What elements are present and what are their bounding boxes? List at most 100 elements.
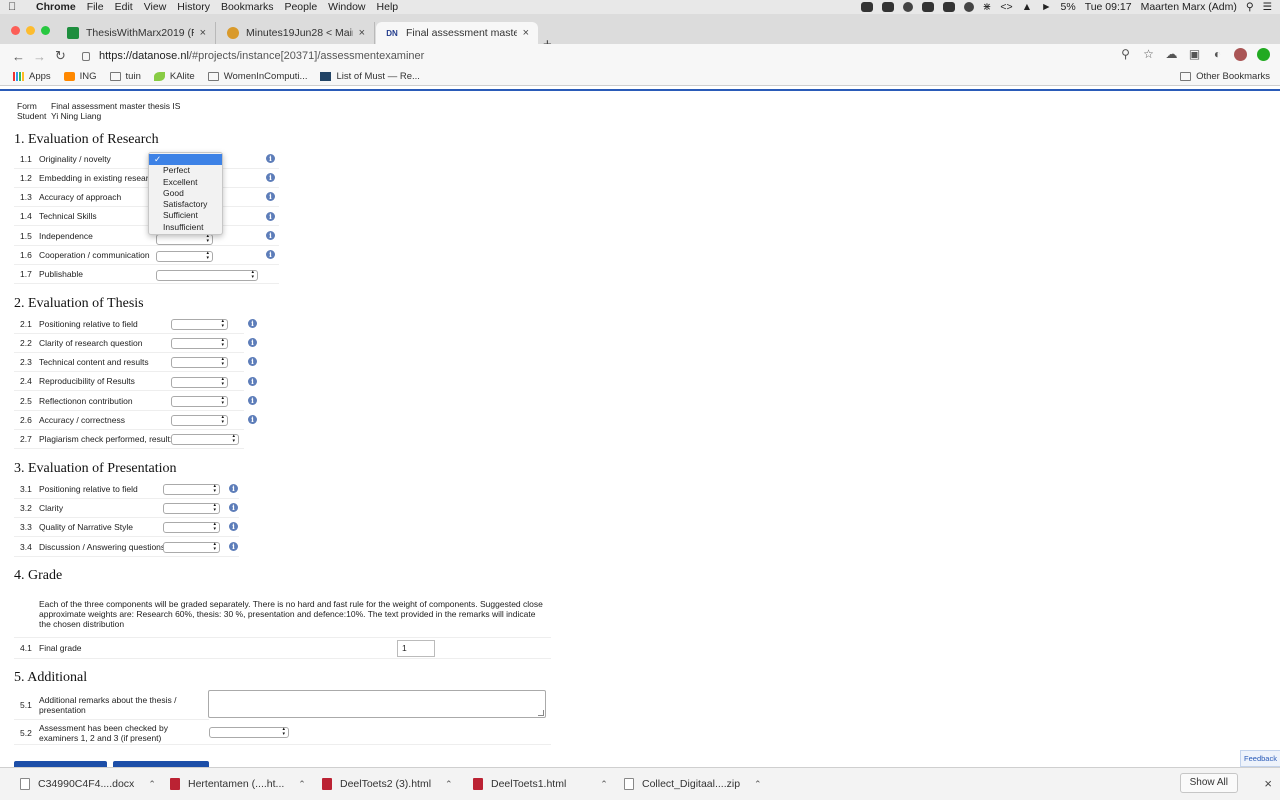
download-item[interactable]: C34990C4F4....docx ⌃ [20, 778, 156, 790]
rating-select-1-5[interactable] [156, 234, 213, 245]
tab-minutes[interactable]: Minutes19Jun28 < Main < TWi × [218, 22, 375, 44]
rating-select-2-4[interactable] [171, 377, 228, 388]
rating-select-1-6[interactable] [156, 251, 213, 262]
menu-window[interactable]: Window [328, 1, 365, 13]
time-machine-icon[interactable] [963, 2, 974, 12]
extension-cloud-icon[interactable]: ☁ [1165, 48, 1178, 61]
download-item[interactable]: DeelToets2 (3).html ⌃ [322, 778, 453, 790]
close-window-button[interactable] [11, 26, 20, 35]
show-all-downloads-button[interactable]: Show All [1179, 773, 1238, 793]
bookmark-apps[interactable]: Apps [13, 71, 51, 82]
chevron-up-icon[interactable]: ⌃ [298, 779, 306, 790]
close-tab-icon[interactable]: × [200, 27, 206, 39]
reload-icon[interactable]: ↻ [50, 48, 71, 64]
info-icon[interactable]: i [266, 212, 275, 221]
rating-dropdown-menu[interactable]: ✓ Perfect Excellent Good Satisfactory Su… [148, 152, 223, 235]
clock[interactable]: Tue 09:17 [1085, 1, 1132, 13]
extension-circle-icon[interactable]: ◐ [1211, 48, 1224, 61]
download-item[interactable]: Collect_Digitaal....zip ⌃ [624, 778, 762, 790]
code-icon[interactable]: <> [1000, 1, 1012, 13]
rating-select-2-2[interactable] [171, 338, 228, 349]
dropdown-option-perfect[interactable]: Perfect [149, 165, 222, 176]
other-bookmarks[interactable]: Other Bookmarks [1180, 71, 1270, 82]
info-icon[interactable]: i [266, 250, 275, 259]
menu-app[interactable]: Chrome [36, 1, 76, 13]
info-icon[interactable]: i [266, 231, 275, 240]
close-download-shelf-icon[interactable]: × [1264, 776, 1272, 791]
chevron-up-icon[interactable]: ⌃ [754, 779, 762, 790]
rating-select-2-3[interactable] [171, 357, 228, 368]
apple-icon[interactable]:  [8, 1, 22, 13]
close-tab-icon[interactable]: × [523, 27, 529, 39]
dropdown-option-satisfactory[interactable]: Satisfactory [149, 199, 222, 210]
tab-final-assessment[interactable]: DN Final assessment master thesi × [376, 22, 538, 44]
info-icon[interactable]: i [229, 522, 238, 531]
info-icon[interactable]: i [266, 173, 275, 182]
bookmark-tuin[interactable]: tuin [109, 71, 141, 82]
zoom-window-button[interactable] [41, 26, 50, 35]
close-tab-icon[interactable]: × [359, 27, 365, 39]
menu-history[interactable]: History [177, 1, 210, 13]
bookmark-ing[interactable]: ING [63, 71, 97, 82]
info-icon[interactable]: i [248, 415, 257, 424]
info-icon[interactable]: i [266, 154, 275, 163]
spotlight-search-icon[interactable]: ⚲ [1246, 1, 1254, 13]
menu-file[interactable]: File [87, 1, 104, 13]
bookmark-womenincomputing[interactable]: WomenInComputi... [207, 71, 307, 82]
address-bar[interactable]: https://datanose.nl/#projects/instance[2… [82, 46, 1162, 66]
dropbox-icon[interactable] [881, 2, 894, 12]
menu-view[interactable]: View [144, 1, 167, 13]
bluetooth-icon[interactable]: ⋇ [983, 1, 992, 13]
dropdown-option-blank[interactable]: ✓ [149, 154, 222, 166]
lock-icon[interactable] [82, 51, 90, 61]
rating-select-2-1[interactable] [171, 319, 228, 330]
info-icon[interactable]: i [266, 192, 275, 201]
rating-select-2-5[interactable] [171, 396, 228, 407]
feedback-tab[interactable]: Feedback [1240, 750, 1280, 767]
notification-center-icon[interactable]: ☰ [1263, 1, 1272, 13]
cloud-upload-icon[interactable] [860, 2, 873, 12]
zoom-icon[interactable]: ⚲ [1119, 48, 1132, 61]
bookmark-list-of-must[interactable]: List of Must — Re... [320, 71, 420, 82]
download-item[interactable]: Hertentamen (....ht... ⌃ [170, 778, 306, 790]
menu-people[interactable]: People [284, 1, 317, 13]
rating-select-3-1[interactable] [163, 484, 220, 495]
battery-percent[interactable]: 5% [1061, 1, 1076, 13]
box-icon[interactable] [921, 2, 934, 12]
rating-select-3-2[interactable] [163, 503, 220, 514]
minimize-window-button[interactable] [26, 26, 35, 35]
rating-select-2-6[interactable] [171, 415, 228, 426]
user-name[interactable]: Maarten Marx (Adm) [1141, 1, 1237, 13]
volume-icon[interactable]: ► [1041, 1, 1051, 13]
tab-thesiswithmarx[interactable]: ThesisWithMarx2019 (Respon × [58, 22, 216, 44]
menu-edit[interactable]: Edit [115, 1, 133, 13]
info-icon[interactable]: i [248, 377, 257, 386]
dropdown-option-insufficient[interactable]: Insufficient [149, 222, 222, 233]
menu-bookmarks[interactable]: Bookmarks [221, 1, 274, 13]
rating-select-1-7[interactable] [156, 270, 258, 281]
rating-select-3-4[interactable] [163, 542, 220, 553]
dropdown-option-good[interactable]: Good [149, 188, 222, 199]
info-icon[interactable]: i [229, 503, 238, 512]
info-icon[interactable]: i [248, 338, 257, 347]
info-icon[interactable]: i [248, 396, 257, 405]
chevron-up-icon[interactable]: ⌃ [445, 779, 453, 790]
info-icon[interactable]: i [229, 542, 238, 551]
additional-remarks-textarea[interactable] [208, 690, 546, 718]
download-item[interactable]: DeelToets1.html ⌃ [473, 778, 608, 790]
dropdown-option-sufficient[interactable]: Sufficient [149, 210, 222, 221]
bookmark-kalite[interactable]: KAlite [153, 71, 195, 82]
examiners-checked-select[interactable] [209, 727, 289, 738]
menu-help[interactable]: Help [377, 1, 399, 13]
docker-icon[interactable] [942, 2, 955, 12]
dropdown-option-excellent[interactable]: Excellent [149, 177, 222, 188]
extension-save-icon[interactable]: ▣ [1188, 48, 1201, 61]
wifi-icon[interactable]: ▲ [1022, 1, 1032, 13]
bookmark-star-icon[interactable]: ☆ [1142, 48, 1155, 61]
rating-select-3-3[interactable] [163, 522, 220, 533]
info-icon[interactable]: i [229, 484, 238, 493]
plagiarism-select[interactable] [171, 434, 239, 445]
extension-green-icon[interactable] [1257, 48, 1270, 61]
info-icon[interactable]: i [248, 357, 257, 366]
final-grade-input[interactable]: 1 [397, 640, 435, 657]
